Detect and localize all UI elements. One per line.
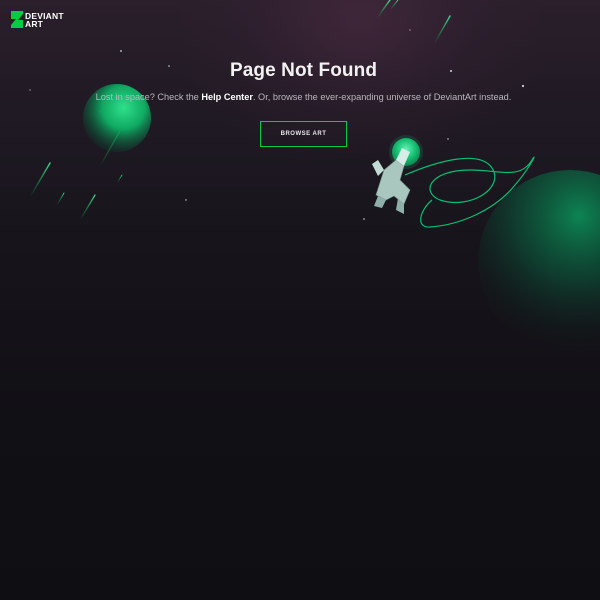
- tether-line: [404, 156, 535, 228]
- large-planet-icon: [478, 170, 600, 354]
- error-message: Lost in space? Check the Help Center. Or…: [0, 92, 600, 102]
- browse-art-button[interactable]: BROWSE ART: [260, 121, 347, 147]
- page-title: Page Not Found: [229, 60, 378, 81]
- logo-wordmark: DEVIANT ART: [25, 11, 64, 29]
- help-center-link[interactable]: Help Center: [201, 92, 253, 102]
- deviantart-logo-icon: [11, 11, 23, 28]
- logo-line-2: ART: [25, 18, 44, 29]
- astronaut-icon: [372, 135, 423, 214]
- deviantart-logo[interactable]: DEVIANT ART: [11, 11, 64, 28]
- shooting-star-icon: [29, 0, 451, 221]
- message-after: . Or, browse the ever-expanding universe…: [252, 92, 512, 102]
- space-illustration: [29, 0, 600, 354]
- message-before: Lost in space? Check the: [95, 92, 199, 102]
